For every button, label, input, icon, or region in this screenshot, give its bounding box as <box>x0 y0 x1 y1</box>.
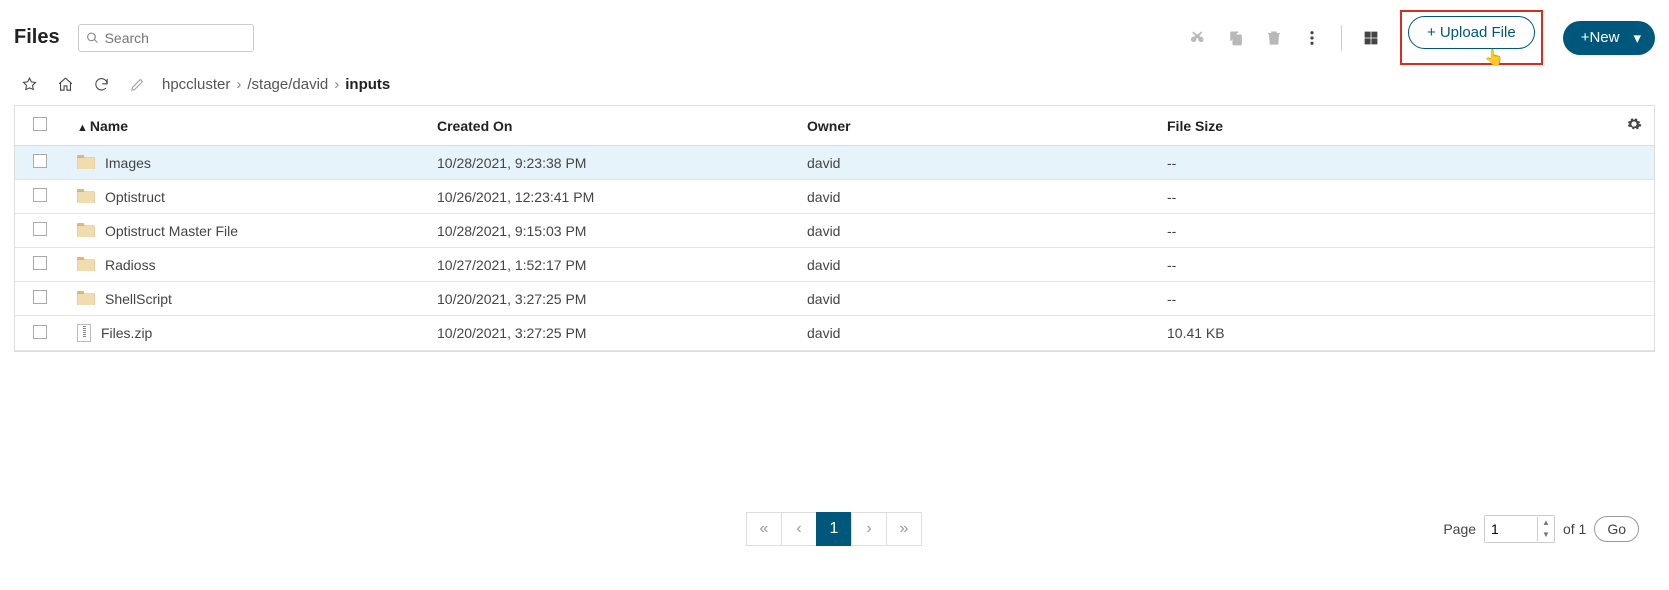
grid-view-icon[interactable] <box>1362 29 1380 47</box>
size-cell: 10.41 KB <box>1155 316 1614 351</box>
row-checkbox[interactable] <box>33 222 47 236</box>
select-all-checkbox[interactable] <box>33 117 47 131</box>
file-name: Files.zip <box>101 325 152 341</box>
gear-cell <box>1614 180 1654 214</box>
breadcrumb-path[interactable]: /stage/david <box>247 76 328 93</box>
page-title: Files <box>14 26 60 49</box>
created-cell: 10/20/2021, 3:27:25 PM <box>425 282 795 316</box>
new-button[interactable]: +New ▾ <box>1563 21 1655 55</box>
created-cell: 10/28/2021, 9:23:38 PM <box>425 146 795 180</box>
gear-cell <box>1614 248 1654 282</box>
owner-cell: david <box>795 248 1155 282</box>
file-name: Optistruct Master File <box>105 223 238 239</box>
gear-cell <box>1614 316 1654 351</box>
column-header-name[interactable]: ▲Name <box>65 106 425 146</box>
page-number-input[interactable] <box>1485 516 1537 542</box>
file-name: Radioss <box>105 257 156 273</box>
page-total-label: of 1 <box>1563 521 1586 537</box>
created-cell: 10/28/2021, 9:15:03 PM <box>425 214 795 248</box>
trash-icon[interactable] <box>1265 29 1283 47</box>
page-spin-up-icon[interactable]: ▲ <box>1538 517 1554 529</box>
upload-file-button[interactable]: +Upload File <box>1408 16 1535 49</box>
search-field-wrap <box>78 24 254 52</box>
row-checkbox[interactable] <box>33 290 47 304</box>
created-cell: 10/27/2021, 1:52:17 PM <box>425 248 795 282</box>
row-checkbox[interactable] <box>33 154 47 168</box>
copy-icon[interactable] <box>1227 29 1245 47</box>
chevron-down-icon: ▾ <box>1633 29 1641 47</box>
home-icon[interactable] <box>56 75 74 93</box>
owner-cell: david <box>795 214 1155 248</box>
column-settings-button[interactable] <box>1614 106 1654 146</box>
column-header-created[interactable]: Created On <box>425 106 795 146</box>
gear-cell <box>1614 282 1654 316</box>
table-row[interactable]: Images 10/28/2021, 9:23:38 PMdavid-- <box>15 146 1654 180</box>
owner-cell: david <box>795 282 1155 316</box>
size-cell: -- <box>1155 146 1614 180</box>
created-cell: 10/20/2021, 3:27:25 PM <box>425 316 795 351</box>
folder-icon <box>77 257 95 272</box>
column-header-size[interactable]: File Size <box>1155 106 1614 146</box>
created-cell: 10/26/2021, 12:23:41 PM <box>425 180 795 214</box>
folder-icon <box>77 189 95 204</box>
owner-cell: david <box>795 316 1155 351</box>
owner-cell: david <box>795 180 1155 214</box>
file-name: Optistruct <box>105 189 165 205</box>
page-spin-down-icon[interactable]: ▼ <box>1538 529 1554 541</box>
files-table: ▲Name Created On Owner File Size Images 1… <box>15 106 1654 351</box>
breadcrumb-current: inputs <box>345 76 390 93</box>
chevron-right-icon: › <box>334 76 339 93</box>
pager-next-button[interactable]: › <box>851 512 887 546</box>
star-icon[interactable] <box>20 75 38 93</box>
table-row[interactable]: Optistruct 10/26/2021, 12:23:41 PMdavid-- <box>15 180 1654 214</box>
gear-cell <box>1614 214 1654 248</box>
cut-icon[interactable] <box>1189 29 1207 47</box>
size-cell: -- <box>1155 282 1614 316</box>
folder-icon <box>77 155 95 170</box>
row-checkbox[interactable] <box>33 188 47 202</box>
breadcrumb: hpccluster › /stage/david › inputs <box>162 76 390 93</box>
row-checkbox[interactable] <box>33 256 47 270</box>
size-cell: -- <box>1155 214 1614 248</box>
more-vertical-icon[interactable] <box>1303 29 1321 47</box>
pager-first-button[interactable]: « <box>746 512 782 546</box>
new-label: New <box>1589 29 1619 46</box>
column-header-owner[interactable]: Owner <box>795 106 1155 146</box>
owner-cell: david <box>795 146 1155 180</box>
chevron-right-icon: › <box>236 76 241 93</box>
folder-icon <box>77 291 95 306</box>
zip-file-icon <box>77 324 91 342</box>
gear-cell <box>1614 146 1654 180</box>
size-cell: -- <box>1155 180 1614 214</box>
row-checkbox[interactable] <box>33 325 47 339</box>
refresh-icon[interactable] <box>92 75 110 93</box>
breadcrumb-root[interactable]: hpccluster <box>162 76 230 93</box>
size-cell: -- <box>1155 248 1614 282</box>
table-row[interactable]: ShellScript 10/20/2021, 3:27:25 PMdavid-- <box>15 282 1654 316</box>
table-row[interactable]: Optistruct Master File 10/28/2021, 9:15:0… <box>15 214 1654 248</box>
upload-highlight-box: +Upload File 👆 <box>1400 10 1543 65</box>
sort-ascending-icon: ▲ <box>77 122 88 134</box>
pager-prev-button[interactable]: ‹ <box>781 512 817 546</box>
column-name-label: Name <box>90 118 128 134</box>
upload-label: Upload File <box>1440 24 1516 41</box>
separator <box>1341 25 1342 51</box>
edit-icon[interactable] <box>128 75 146 93</box>
file-name: ShellScript <box>105 291 172 307</box>
table-row[interactable]: Files.zip 10/20/2021, 3:27:25 PMdavid10.4… <box>15 316 1654 351</box>
search-icon <box>86 31 99 44</box>
pager-page-1-button[interactable]: 1 <box>816 512 852 546</box>
cursor-icon: 👆 <box>1484 48 1504 68</box>
table-row[interactable]: Radioss 10/27/2021, 1:52:17 PMdavid-- <box>15 248 1654 282</box>
page-go-button[interactable]: Go <box>1594 516 1639 542</box>
folder-icon <box>77 223 95 238</box>
pager-last-button[interactable]: » <box>886 512 922 546</box>
page-label: Page <box>1443 521 1476 537</box>
file-name: Images <box>105 155 151 171</box>
search-input[interactable] <box>78 24 254 52</box>
plus-icon: + <box>1427 24 1436 41</box>
